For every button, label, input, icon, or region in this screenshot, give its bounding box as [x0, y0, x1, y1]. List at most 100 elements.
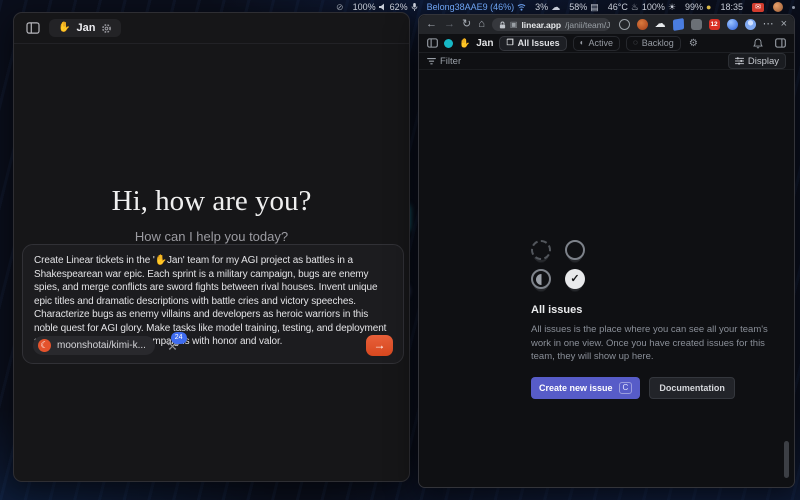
tab-active[interactable]: ◐ Active	[573, 36, 620, 51]
scrollbar-thumb[interactable]	[784, 441, 789, 478]
linear-app: ✋ Jan ❐ All Issues ◐ Active ◌ Backlog ⚙ …	[419, 34, 794, 487]
mail-tray-icon[interactable]: ✉	[752, 3, 764, 12]
greeting-subtitle: How can I help you today?	[14, 229, 409, 244]
composer-toolbar: ☾ moonshotai/kimi-k... ⚒ 24 →	[33, 335, 393, 356]
thermometer-icon: ♨	[631, 2, 639, 13]
wave-emoji: ✋	[459, 39, 470, 48]
app-tray-icon[interactable]	[773, 2, 783, 12]
status-bar: ⊘ 100% 62% Belong38AAE9 (46%) 3% ☁ 58% ▤…	[0, 0, 800, 14]
create-new-issue-button[interactable]: Create new issue C	[531, 377, 640, 399]
audio-indicator[interactable]: 100% 62%	[353, 2, 418, 12]
tab-label: Backlog	[642, 38, 674, 49]
extension-icon[interactable]	[637, 19, 648, 30]
tab-backlog[interactable]: ◌ Backlog	[626, 36, 681, 51]
jan-window: ✋ Jan Hi, how are you? How can I help yo…	[13, 12, 410, 482]
extension-icon[interactable]	[727, 19, 738, 30]
backlog-status-icon	[531, 240, 551, 260]
browser-toolbar: ← → ↻ ⌂ ▣ linear.app/janii/team/JANAPP/a…	[419, 15, 794, 34]
thread-title: Jan	[76, 22, 95, 34]
shortcut-key-badge: C	[619, 382, 633, 394]
desktop: { "desktop": { "status": { "volume": "10…	[0, 0, 800, 500]
workspace-avatar[interactable]	[444, 39, 453, 48]
wifi-ssid: Belong38AAE9 (46%)	[427, 2, 515, 12]
gear-icon[interactable]	[101, 23, 112, 34]
tools-button[interactable]: ⚒ 24	[167, 338, 178, 353]
browser-menu-button[interactable]: ⋯	[763, 19, 774, 30]
empty-state-description: All issues is the place where you can se…	[531, 323, 773, 364]
filter-row: Filter Display	[419, 53, 794, 70]
home-button[interactable]: ⌂	[478, 19, 485, 30]
linear-header: ✋ Jan ❐ All Issues ◐ Active ◌ Backlog ⚙	[419, 34, 794, 53]
filter-icon[interactable]	[427, 58, 436, 65]
chat-composer[interactable]: Create Linear tickets in the '✋Jan' team…	[22, 244, 404, 364]
url-host: linear.app	[521, 20, 561, 30]
half-circle-icon: ◐	[580, 39, 585, 47]
todo-status-icon	[565, 240, 585, 260]
cloud-indicator: 3% ☁	[535, 2, 560, 13]
memory-indicator: 58% ▤	[569, 2, 599, 13]
time-value: 18:35	[720, 2, 743, 12]
wifi-indicator[interactable]: Belong38AAE9 (46%)	[427, 2, 527, 12]
extensions-row: ☁ 12	[619, 19, 756, 30]
tab-label: Active	[589, 38, 614, 49]
tab-all-issues[interactable]: ❐ All Issues	[499, 36, 566, 51]
fan-value: 100%	[642, 2, 665, 12]
header-actions	[753, 38, 786, 49]
status-icons-grid: ✓	[531, 240, 773, 289]
view-settings-icon[interactable]: ⚙	[689, 38, 698, 49]
back-button[interactable]: ←	[426, 19, 437, 30]
browser-window: ← → ↻ ⌂ ▣ linear.app/janii/team/JANAPP/a…	[418, 14, 795, 488]
extension-icon[interactable]	[672, 18, 683, 31]
profile-extension-icon[interactable]	[745, 19, 756, 30]
mic-value: 62%	[390, 2, 408, 12]
dashed-circle-icon: ◌	[633, 39, 638, 47]
battery-value: 99%	[685, 2, 703, 12]
address-bar[interactable]: ▣ linear.app/janii/team/JANAPP/all	[492, 18, 610, 31]
clock: 18:35	[720, 2, 743, 12]
bell-icon[interactable]	[753, 38, 763, 49]
model-name: moonshotai/kimi-k...	[57, 340, 146, 351]
empty-state-title: All issues	[531, 304, 773, 316]
documentation-button[interactable]: Documentation	[649, 377, 735, 399]
cloud-value: 3%	[535, 2, 548, 12]
privacy-indicator: ⊘	[336, 2, 344, 13]
model-selector[interactable]: ☾ moonshotai/kimi-k...	[33, 336, 155, 355]
volume-value: 100%	[353, 2, 376, 12]
half-fill	[536, 274, 547, 285]
fan-icon: ☀	[668, 2, 676, 13]
done-status-icon: ✓	[565, 269, 585, 289]
site-settings-icon[interactable]: ▣	[510, 20, 518, 29]
wifi-icon	[517, 3, 526, 11]
cloud-icon: ☁	[551, 2, 560, 13]
adblock-extension-icon[interactable]: 12	[709, 19, 720, 30]
reload-button[interactable]: ↻	[462, 19, 471, 30]
eye-off-icon: ⊘	[336, 2, 344, 13]
thermal-indicator: 46°C ♨ 100% ☀	[608, 2, 676, 13]
wave-emoji: ✋	[58, 23, 70, 33]
greeting-heading: Hi, how are you?	[14, 185, 409, 218]
memory-icon: ▤	[590, 2, 599, 13]
panel-right-icon[interactable]	[775, 38, 786, 48]
in-progress-status-icon	[531, 269, 551, 289]
cloud-extension-icon[interactable]: ☁	[655, 19, 666, 30]
thread-title-pill[interactable]: ✋ Jan	[49, 19, 121, 37]
tab-label: All Issues	[518, 38, 560, 49]
sidebar-toggle-icon[interactable]	[427, 38, 438, 48]
forward-button[interactable]: →	[444, 19, 455, 30]
close-icon[interactable]: ×	[781, 19, 787, 30]
sliders-icon	[735, 57, 744, 65]
battery-icon: ●	[706, 2, 711, 12]
lock-icon	[499, 21, 506, 29]
display-button[interactable]: Display	[728, 53, 786, 69]
temp-value: 46°C	[608, 2, 628, 12]
team-name: Jan	[476, 38, 493, 49]
extension-icon[interactable]	[619, 19, 630, 30]
send-button[interactable]: →	[366, 335, 393, 356]
jan-titlebar: ✋ Jan	[14, 13, 409, 44]
sidebar-toggle-icon[interactable]	[26, 22, 40, 34]
extension-icon[interactable]	[691, 19, 702, 30]
battery-indicator: 99% ●	[685, 2, 711, 12]
url-path: /janii/team/JANAPP/all	[565, 20, 609, 30]
mic-icon	[411, 3, 418, 11]
filter-label[interactable]: Filter	[440, 56, 461, 67]
